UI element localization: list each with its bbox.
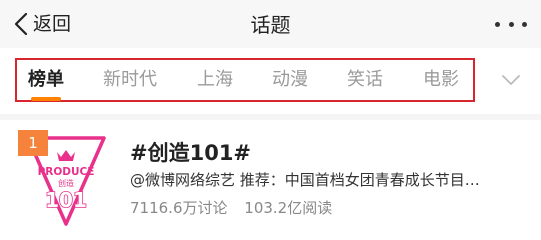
tab-shanghai[interactable]: 上海	[197, 68, 233, 92]
topic-description: @微博网络综艺 推荐：中国首档女团青春成长节目…	[130, 171, 480, 189]
topic-title: #创造101#	[130, 141, 252, 165]
chevron-down-icon	[502, 75, 520, 85]
more-dots-icon	[522, 21, 527, 27]
navigation-bar: 返回 话题	[0, 0, 541, 48]
more-button[interactable]	[495, 18, 527, 30]
crown-icon	[57, 150, 75, 161]
tab-dianying[interactable]: 电影	[423, 68, 459, 92]
rank-badge: 1	[18, 130, 48, 156]
tab-xiaohua[interactable]: 笑话	[347, 68, 383, 92]
logo-produce-text: PRODUCE	[38, 166, 95, 178]
tab-highlight-box	[15, 58, 475, 102]
more-dots-icon	[508, 21, 514, 27]
discussion-count: 7116.6万讨论	[130, 199, 228, 217]
expand-tabs-button[interactable]	[500, 71, 522, 89]
active-tab-indicator	[31, 97, 61, 101]
category-tab-strip: 榜单 新时代 上海 动漫 笑话 电影	[0, 48, 541, 114]
read-count: 103.2亿阅读	[244, 199, 333, 217]
logo-number-text: 101	[45, 188, 87, 212]
topic-stats: 7116.6万讨论 103.2亿阅读	[130, 197, 332, 219]
page-title: 话题	[250, 13, 291, 37]
tab-bangdan[interactable]: 榜单	[28, 68, 64, 92]
logo-chuangzao-text: 创造	[58, 178, 74, 188]
topic-list-item[interactable]: PRODUCE 创造 101 1 #创造101# @微博网络综艺 推荐：中国首档…	[0, 120, 541, 240]
tab-xinshidai[interactable]: 新时代	[103, 68, 157, 92]
tab-dongman[interactable]: 动漫	[272, 68, 308, 92]
more-dots-icon	[495, 21, 500, 27]
